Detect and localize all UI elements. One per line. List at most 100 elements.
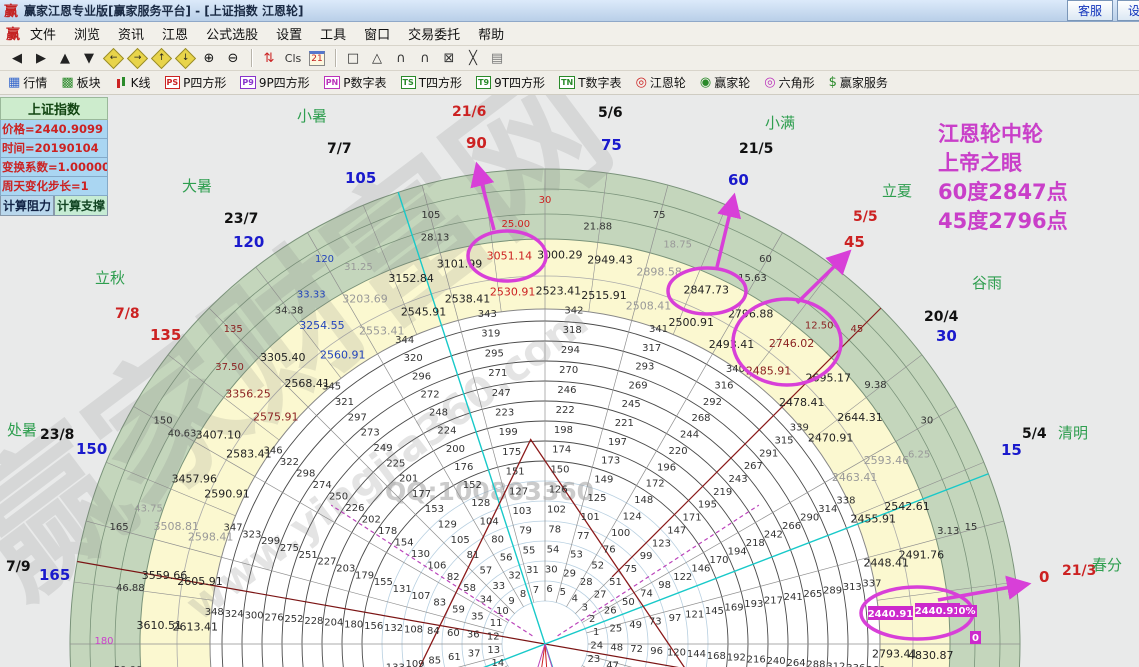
svg-text:5/5: 5/5 — [853, 209, 878, 225]
calendar-icon[interactable]: 21 — [306, 48, 328, 68]
menu-item-8[interactable]: 交易委托 — [408, 28, 460, 43]
svg-text:343: 343 — [478, 309, 497, 320]
svg-text:75: 75 — [624, 564, 637, 575]
svg-text:268: 268 — [691, 413, 710, 424]
svg-text:23: 23 — [587, 654, 600, 665]
svg-text:177: 177 — [412, 489, 431, 500]
menu-item-6[interactable]: 工具 — [320, 28, 346, 43]
view-9p-square[interactable]: P9 9P四方形 — [240, 74, 310, 91]
zoom-box-tool-icon[interactable]: ⊠ — [438, 48, 460, 68]
svg-text:90: 90 — [466, 134, 487, 152]
svg-text:105: 105 — [451, 535, 470, 546]
customer-service-button[interactable]: 客服 — [1066, 0, 1113, 21]
view-winner-service[interactable]: $ 赢家服务 — [829, 74, 888, 91]
triangle-tool-icon[interactable]: △ — [366, 48, 388, 68]
view-gann-wheel[interactable]: ◎ 江恩轮 — [636, 74, 686, 91]
arc-ccw-tool-icon[interactable]: ∩ — [414, 48, 436, 68]
pan-up-icon[interactable]: ↑ — [150, 47, 172, 69]
svg-text:169: 169 — [725, 603, 744, 614]
svg-text:242: 242 — [764, 530, 783, 541]
svg-text:217: 217 — [764, 596, 783, 607]
panel-row-0: 价格=2440.9099 — [0, 120, 108, 139]
svg-text:1: 1 — [593, 627, 599, 638]
view-p-square[interactable]: PS P四方形 — [164, 74, 226, 91]
svg-text:24: 24 — [590, 641, 603, 652]
view-t-table[interactable]: TN T数字表 — [559, 74, 622, 91]
menu-item-2[interactable]: 资讯 — [118, 28, 144, 43]
svg-text:27: 27 — [594, 590, 607, 601]
arc-cw-tool-icon[interactable]: ∩ — [390, 48, 412, 68]
svg-text:127: 127 — [509, 486, 528, 497]
svg-text:2463.41: 2463.41 — [832, 471, 878, 484]
svg-text:春分: 春分 — [1092, 556, 1122, 574]
panel-row-1: 时间=20190104 — [0, 139, 108, 158]
flag-tool-icon[interactable]: ▤ — [486, 48, 508, 68]
svg-text:43.75: 43.75 — [134, 503, 163, 514]
pan-left-icon[interactable]: ← — [102, 47, 124, 69]
menu-bar: 赢 文件 浏览 资讯 江恩 公式选股 设置 工具 窗口 交易委托 帮助 — [0, 22, 1139, 46]
svg-text:立秋: 立秋 — [95, 269, 125, 287]
calc-support-button[interactable]: 计算支撑 — [54, 196, 108, 216]
calc-resistance-button[interactable]: 计算阻力 — [0, 196, 54, 216]
updown-scale-icon[interactable]: ⇅ — [258, 48, 280, 68]
menu-item-0[interactable]: 文件 — [30, 28, 56, 43]
menu-item-1[interactable]: 浏览 — [74, 28, 100, 43]
svg-text:170: 170 — [709, 555, 728, 566]
menu-item-5[interactable]: 设置 — [276, 28, 302, 43]
forward-icon[interactable]: ▶ — [30, 48, 52, 68]
svg-text:155: 155 — [374, 577, 393, 588]
svg-text:130: 130 — [411, 549, 430, 560]
svg-text:299: 299 — [261, 536, 280, 547]
view-kline[interactable]: K线 — [115, 74, 151, 91]
svg-text:78: 78 — [548, 524, 561, 535]
cls-icon[interactable]: Cls — [282, 48, 304, 68]
pointer-down-icon[interactable]: ▼ — [78, 48, 100, 68]
settings-button[interactable]: 设置 — [1116, 0, 1139, 21]
square-tool-icon[interactable]: □ — [342, 48, 364, 68]
svg-text:5/6: 5/6 — [598, 105, 623, 121]
svg-text:处暑: 处暑 — [7, 421, 37, 439]
view-quotes[interactable]: ▦ 行情 — [8, 74, 47, 91]
svg-text:147: 147 — [667, 525, 686, 536]
back-icon[interactable]: ◀ — [6, 48, 28, 68]
svg-text:3: 3 — [582, 603, 588, 614]
svg-text:313: 313 — [843, 582, 862, 593]
svg-text:125: 125 — [587, 493, 606, 504]
view-t-square[interactable]: TS T四方形 — [400, 74, 462, 91]
menu-item-4[interactable]: 公式选股 — [206, 28, 258, 43]
svg-text:9.38: 9.38 — [864, 380, 886, 391]
pan-down-icon[interactable]: ↓ — [174, 47, 196, 69]
svg-text:13: 13 — [487, 645, 500, 656]
view-9t-square[interactable]: T9 9T四方形 — [476, 74, 545, 91]
cross-tool-icon[interactable]: ╳ — [462, 48, 484, 68]
pointer-up-icon[interactable]: ▲ — [54, 48, 76, 68]
svg-text:338: 338 — [836, 496, 855, 507]
menu-item-9[interactable]: 帮助 — [478, 28, 504, 43]
menu-item-7[interactable]: 窗口 — [364, 28, 390, 43]
svg-text:2598.41: 2598.41 — [188, 531, 234, 544]
view-sectors[interactable]: ▩ 板块 — [61, 74, 100, 91]
view-winner-wheel[interactable]: ◉ 赢家轮 — [700, 74, 750, 91]
panel-row-3: 周天变化步长=1 — [0, 177, 108, 196]
svg-text:249: 249 — [373, 443, 392, 454]
view-p-table[interactable]: PN P数字表 — [323, 74, 387, 91]
svg-text:128: 128 — [471, 498, 490, 509]
pan-right-icon[interactable]: → — [126, 47, 148, 69]
svg-text:2568.41: 2568.41 — [284, 377, 330, 390]
zoom-in-icon[interactable]: ⊕ — [198, 48, 220, 68]
svg-text:40.63: 40.63 — [168, 429, 197, 440]
menu-item-3[interactable]: 江恩 — [162, 28, 188, 43]
svg-text:2593.46: 2593.46 — [864, 454, 910, 467]
view-hexagon[interactable]: ◎ 六角形 — [764, 74, 814, 91]
svg-text:104: 104 — [480, 516, 499, 527]
svg-text:276: 276 — [264, 612, 283, 623]
svg-text:3457.96: 3457.96 — [172, 473, 218, 486]
svg-text:50: 50 — [622, 597, 635, 608]
svg-text:218: 218 — [746, 538, 765, 549]
svg-text:3051.14: 3051.14 — [487, 250, 533, 263]
svg-text:2605.91: 2605.91 — [177, 575, 223, 588]
app-logo-icon: 赢 — [4, 3, 18, 20]
svg-text:248: 248 — [429, 408, 448, 419]
zoom-out-icon[interactable]: ⊖ — [222, 48, 244, 68]
winner-wheel-label: 赢家轮 — [714, 76, 751, 90]
